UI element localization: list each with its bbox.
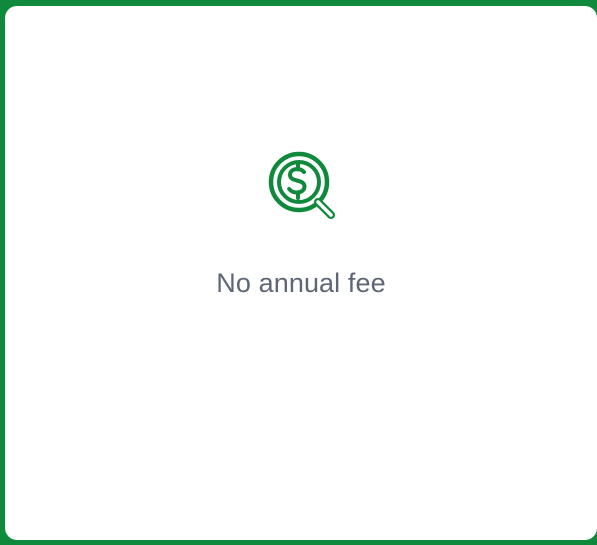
- magnifier-dollar-icon: [263, 146, 351, 234]
- card-frame: No annual fee: [0, 0, 597, 545]
- feature-card-content: No annual fee: [5, 6, 597, 540]
- feature-label: No annual fee: [216, 268, 386, 298]
- feature-card: No annual fee: [5, 6, 597, 540]
